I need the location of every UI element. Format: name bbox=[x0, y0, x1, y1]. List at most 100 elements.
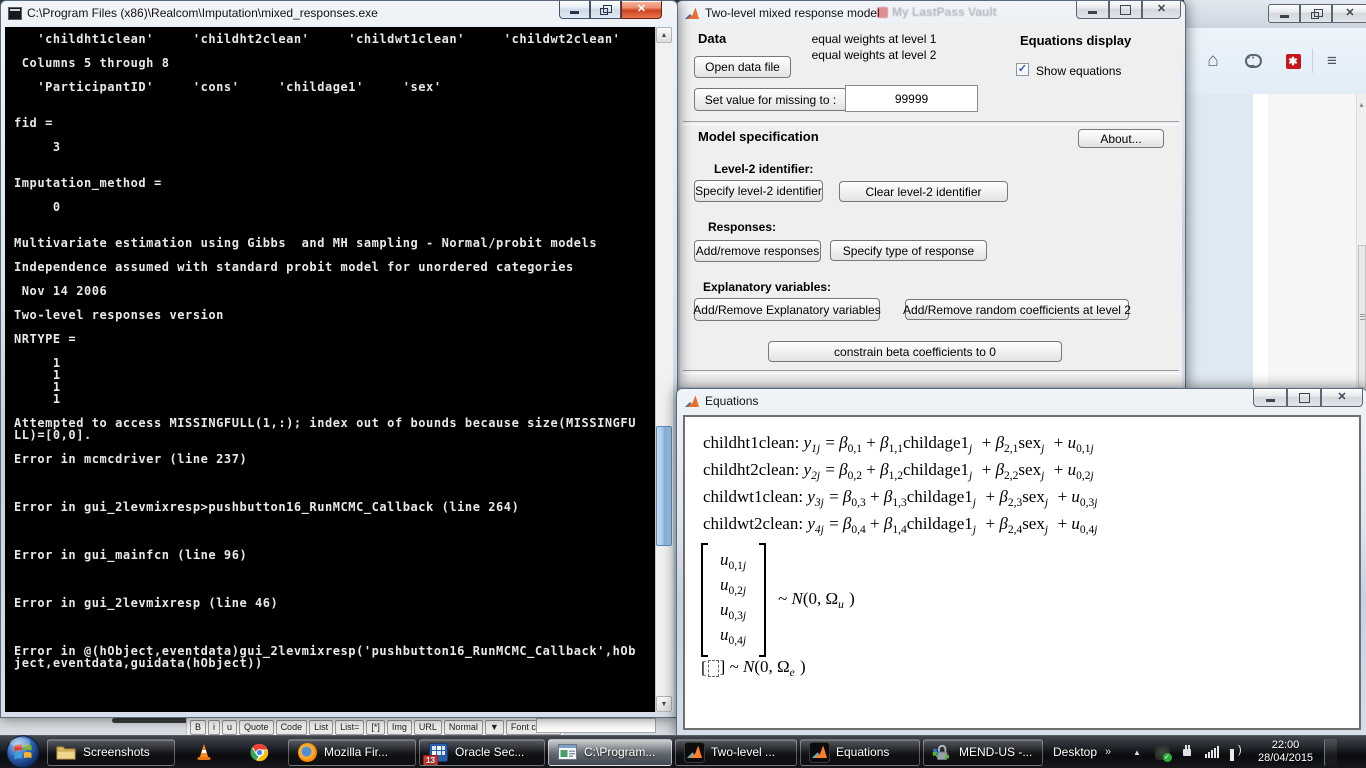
u-distribution: ~ N(0, Ωu ) bbox=[778, 589, 855, 611]
equations-window-controls: ✕ bbox=[1253, 389, 1363, 407]
oracle-grid-icon: 13 bbox=[427, 741, 449, 763]
overflow-chevron-icon[interactable]: » bbox=[1105, 746, 1111, 758]
level2-identifier-label: Level-2 identifier: bbox=[714, 162, 813, 176]
equation-lines: childht1clean: y1j = β0,1 + β1,1childage… bbox=[703, 433, 1098, 541]
specify-type-button[interactable]: Specify type of response bbox=[830, 240, 987, 261]
speaker-icon[interactable] bbox=[1229, 744, 1245, 760]
equation-line: childwt2clean: y4j = β0,4 + β1,4childage… bbox=[703, 514, 1098, 541]
editor-button[interactable]: [*] bbox=[366, 720, 385, 735]
specify-level2-button[interactable]: Specify level-2 identifier bbox=[694, 180, 823, 202]
minimize-icon[interactable] bbox=[559, 1, 590, 19]
matlab-icon bbox=[808, 741, 830, 763]
add-remove-responses-button[interactable]: Add/remove responses bbox=[694, 240, 821, 262]
clock-time: 22:00 bbox=[1258, 739, 1313, 752]
maximize-icon[interactable] bbox=[1109, 1, 1142, 19]
constrain-beta-button[interactable]: constrain beta coefficients to 0 bbox=[768, 341, 1062, 362]
editor-button[interactable]: Img bbox=[387, 720, 412, 735]
minimize-icon[interactable] bbox=[1076, 1, 1109, 19]
equation-line: childht1clean: y1j = β0,1 + β1,1childage… bbox=[703, 433, 1098, 460]
chat-bubble-icon[interactable] bbox=[1240, 48, 1266, 74]
editor-button[interactable]: Normal bbox=[444, 720, 483, 735]
show-hidden-icons[interactable]: ▲ bbox=[1129, 744, 1145, 760]
firefox-titlebar[interactable]: ✕ bbox=[1184, 0, 1366, 28]
open-data-file-button[interactable]: Open data file bbox=[694, 56, 791, 78]
taskbar-console-active[interactable]: C:\Program... bbox=[548, 739, 672, 766]
editor-button[interactable]: ▼ bbox=[485, 720, 504, 735]
taskbar-chrome[interactable] bbox=[233, 739, 285, 766]
home-icon[interactable]: ⌂ bbox=[1200, 48, 1226, 74]
desktop: ✕ ⌂ ✱ ≡ ▲ BiuQuoteCodeListList=[*]ImgURL… bbox=[0, 0, 1366, 768]
show-equations-label: Show equations bbox=[1036, 64, 1121, 78]
u-vector-row: u0,4j bbox=[720, 625, 747, 650]
weights-line2: equal weights at level 2 bbox=[792, 48, 956, 62]
taskbar-vlc[interactable] bbox=[178, 739, 230, 766]
clear-level2-button[interactable]: Clear level-2 identifier bbox=[839, 181, 1008, 202]
equation-line: childht2clean: y2j = β0,2 + β1,2childage… bbox=[703, 460, 1098, 487]
show-equations-checkbox[interactable]: ✓ bbox=[1016, 63, 1029, 76]
u-vector: u0,1ju0,2ju0,3ju0,4j ~ N(0, Ωu ) bbox=[701, 543, 855, 657]
editor-input[interactable] bbox=[536, 718, 656, 733]
weights-line1: equal weights at level 1 bbox=[792, 32, 956, 46]
lastpass-icon[interactable]: ✱ bbox=[1280, 48, 1306, 74]
close-icon[interactable]: ✕ bbox=[1321, 389, 1363, 407]
scrollbar-thumb[interactable] bbox=[1358, 245, 1366, 388]
close-icon[interactable]: ✕ bbox=[1332, 4, 1366, 23]
scroll-down-icon[interactable]: ▼ bbox=[656, 696, 672, 712]
minimize-icon[interactable] bbox=[1268, 4, 1300, 23]
editor-button[interactable]: i bbox=[208, 720, 220, 735]
console-title: C:\Program Files (x86)\Realcom\Imputatio… bbox=[27, 6, 378, 20]
taskbar-oracle[interactable]: 13 Oracle Sec... bbox=[419, 739, 545, 766]
editor-button[interactable]: URL bbox=[414, 720, 442, 735]
e-distribution: [] ~ N(0, Ωe ) bbox=[701, 657, 806, 679]
page-scrollbar[interactable]: ▲ bbox=[1356, 94, 1366, 390]
start-button[interactable] bbox=[2, 736, 44, 768]
equations-window: Equations ✕ childht1clean: y1j = β0,1 + … bbox=[676, 388, 1366, 737]
add-remove-explanatory-button[interactable]: Add/Remove Explanatory variables bbox=[694, 298, 880, 321]
section-separator bbox=[683, 121, 1179, 125]
scroll-up-icon[interactable]: ▲ bbox=[1358, 102, 1365, 109]
empty-matrix-box bbox=[708, 660, 719, 677]
about-button[interactable]: About... bbox=[1078, 129, 1164, 148]
taskbar-screenshots[interactable]: Screenshots bbox=[47, 739, 175, 766]
power-plug-icon[interactable] bbox=[1179, 744, 1195, 760]
sync-status-icon[interactable] bbox=[1154, 744, 1170, 760]
minimize-icon[interactable] bbox=[1253, 389, 1287, 407]
network-signal-icon[interactable] bbox=[1204, 744, 1220, 760]
console-scrollbar[interactable]: ▲ ▼ bbox=[655, 27, 673, 712]
firefox-window-fragment: ✕ ⌂ ✱ ≡ ▲ bbox=[1184, 0, 1366, 390]
windows-logo-icon bbox=[5, 734, 41, 768]
taskbar-firefox[interactable]: Mozilla Fir... bbox=[288, 739, 416, 766]
close-icon[interactable]: ✕ bbox=[1142, 1, 1181, 19]
scrollbar-thumb[interactable] bbox=[656, 426, 672, 546]
taskbar-equations-window[interactable]: Equations bbox=[800, 739, 920, 766]
editor-button[interactable]: Code bbox=[276, 720, 308, 735]
hamburger-menu-icon[interactable]: ≡ bbox=[1319, 48, 1345, 74]
taskbar-model-window[interactable]: Two-level ... bbox=[675, 739, 797, 766]
desktop-toolbar[interactable]: Desktop » bbox=[1046, 739, 1122, 766]
add-remove-random-button[interactable]: Add/Remove random coefficients at level … bbox=[905, 299, 1129, 320]
editor-button[interactable]: List bbox=[309, 720, 333, 735]
app-window-icon bbox=[556, 741, 578, 763]
editor-button[interactable]: Quote bbox=[239, 720, 274, 735]
scroll-up-icon[interactable]: ▲ bbox=[656, 27, 672, 43]
section-separator bbox=[683, 370, 1179, 374]
restore-icon[interactable] bbox=[1300, 4, 1332, 23]
equation-line: childwt1clean: y3j = β0,3 + β1,3childage… bbox=[703, 487, 1098, 514]
vlc-icon bbox=[193, 741, 215, 763]
firefox-window-controls: ✕ bbox=[1268, 4, 1366, 23]
restore-icon[interactable] bbox=[590, 1, 621, 19]
set-missing-value-button[interactable]: Set value for missing to : bbox=[694, 88, 847, 111]
missing-value-field[interactable]: 99999 bbox=[845, 85, 978, 112]
maximize-icon[interactable] bbox=[1287, 389, 1321, 407]
taskbar-mendus[interactable]: MEND-US -... bbox=[923, 739, 1043, 766]
system-tray: ▲ bbox=[1129, 744, 1245, 760]
editor-button[interactable]: List= bbox=[335, 720, 364, 735]
close-icon[interactable]: ✕ bbox=[621, 1, 662, 19]
show-desktop-button[interactable] bbox=[1324, 739, 1337, 766]
taskbar-clock[interactable]: 22:00 28/04/2015 bbox=[1258, 739, 1313, 765]
editor-button[interactable]: u bbox=[222, 720, 237, 735]
editor-button[interactable]: B bbox=[190, 720, 206, 735]
page-background bbox=[1268, 94, 1356, 390]
console-window: C:\Program Files (x86)\Realcom\Imputatio… bbox=[0, 0, 678, 718]
page-background bbox=[1184, 94, 1253, 390]
